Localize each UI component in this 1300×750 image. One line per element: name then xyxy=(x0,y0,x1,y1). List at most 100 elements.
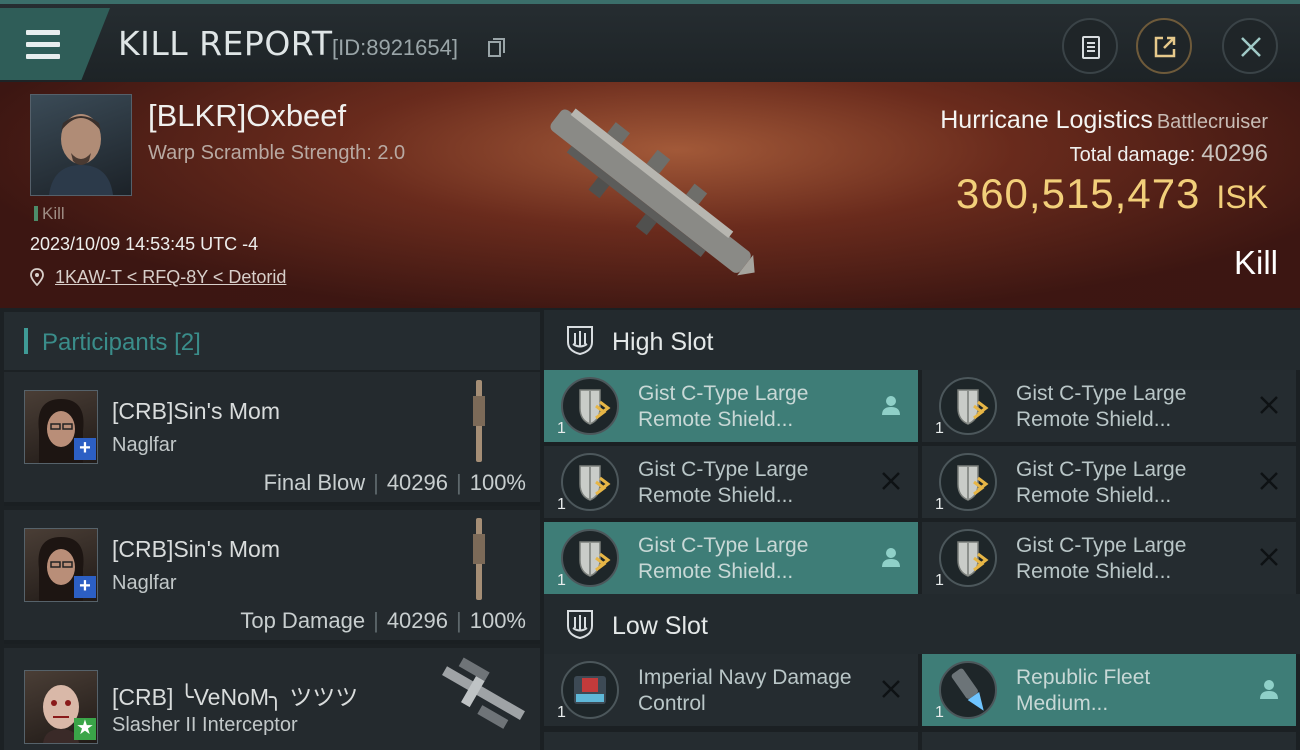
module-quantity: 1 xyxy=(935,496,944,513)
fitted-by-user-icon[interactable] xyxy=(1258,678,1280,700)
module-slot[interactable]: 1 Republic Fleet Medium... xyxy=(922,654,1296,726)
participant-percent: 100% xyxy=(469,608,526,633)
afterburner-icon xyxy=(939,661,997,719)
page-title: KILL REPORT xyxy=(118,24,333,63)
participants-header[interactable]: Participants [2] xyxy=(4,312,540,370)
destroyed-x-icon[interactable] xyxy=(880,678,902,700)
isk-unit: ISK xyxy=(1216,179,1268,215)
module-slot-partial[interactable] xyxy=(544,732,918,750)
close-icon xyxy=(1241,37,1261,57)
participant-role: Final Blow xyxy=(263,470,366,495)
participant-row[interactable]: ★ [CRB] ╰VeNoM╮ ツツツ Slasher II Intercept… xyxy=(4,648,540,750)
participant-name[interactable]: [CRB] ╰VeNoM╮ ツツツ xyxy=(112,678,358,712)
destroyed-x-icon[interactable] xyxy=(1258,394,1280,416)
module-slot[interactable]: 1 Gist C-Type Large Remote Shield... xyxy=(544,522,918,594)
participant-damage: 40296 xyxy=(386,470,448,495)
hamburger-icon xyxy=(26,30,60,66)
report-id: [ID:8921654] xyxy=(332,35,458,60)
high-slot-label: High Slot xyxy=(612,328,714,356)
module-name: Gist C-Type Large Remote Shield... xyxy=(1016,382,1187,431)
clipboard-icon xyxy=(1082,36,1100,59)
participant-ship-image xyxy=(473,380,485,462)
destroyed-x-icon[interactable] xyxy=(1258,470,1280,492)
share-icon xyxy=(1154,36,1176,58)
warp-scramble-strength: Warp Scramble Strength: 2.0 xyxy=(148,142,406,164)
header-accent-bar xyxy=(24,328,28,354)
total-damage-value: 40296 xyxy=(1201,140,1268,167)
portrait-icon xyxy=(49,114,113,195)
module-slot[interactable]: 1 Imperial Navy Damage Control xyxy=(544,654,918,726)
module-slot[interactable]: 1 Gist C-Type Large Remote Shield... xyxy=(922,522,1296,594)
module-slot[interactable]: 1 Gist C-Type Large Remote Shield... xyxy=(544,446,918,518)
participant-ship: Slasher II Interceptor xyxy=(112,714,298,736)
close-button[interactable] xyxy=(1222,18,1278,74)
kill-tag: Kill xyxy=(34,204,65,224)
module-quantity: 1 xyxy=(935,704,944,721)
destroyed-x-icon[interactable] xyxy=(880,470,902,492)
module-quantity: 1 xyxy=(557,420,566,437)
victim-ship[interactable]: Hurricane Logistics Battlecruiser xyxy=(940,106,1268,135)
high-slot-header: High Slot xyxy=(544,310,1300,370)
shield-module-icon xyxy=(561,377,619,435)
ship-name: Hurricane Logistics xyxy=(940,106,1153,134)
participant-row[interactable]: + [CRB]Sin's Mom Naglfar Top Damage | 4029… xyxy=(4,510,540,644)
fitted-by-user-icon[interactable] xyxy=(880,546,902,568)
copy-icon[interactable] xyxy=(488,38,506,58)
participant-stats: Final Blow | 40296 | 100% xyxy=(263,470,526,495)
low-slot-header: Low Slot xyxy=(544,594,1300,654)
shield-module-icon xyxy=(939,529,997,587)
shield-module-icon xyxy=(939,453,997,511)
participant-ship: Naglfar xyxy=(112,572,177,594)
participant-role: Top Damage xyxy=(240,608,366,633)
module-quantity: 1 xyxy=(935,572,944,589)
high-slot-icon xyxy=(567,326,593,356)
participant-name[interactable]: [CRB]Sin's Mom xyxy=(112,536,280,563)
kill-banner: [BLKR]Oxbeef Warp Scramble Strength: 2.0… xyxy=(0,82,1300,308)
damage-control-icon xyxy=(561,661,619,719)
participants-panel: Participants [2] + [CRB]Sin's Mom Naglfa… xyxy=(0,308,540,750)
top-bar: KILL REPORT [ID:8921654] xyxy=(0,0,1300,82)
total-damage-label: Total damage: xyxy=(1069,144,1196,166)
participant-percent: 100% xyxy=(469,470,526,495)
participant-row[interactable]: + [CRB]Sin's Mom Naglfar Final Blow | 4029… xyxy=(4,372,540,506)
module-name: Gist C-Type Large Remote Shield... xyxy=(1016,534,1187,583)
participant-name[interactable]: [CRB]Sin's Mom xyxy=(112,398,280,425)
module-name: Gist C-Type Large Remote Shield... xyxy=(1016,458,1187,507)
low-slot-icon xyxy=(567,610,593,640)
shield-module-icon xyxy=(561,453,619,511)
module-quantity: 1 xyxy=(557,572,566,589)
kill-location[interactable]: 1KAW-T < RFQ-8Y < Detorid xyxy=(30,267,286,288)
fitting-panel: High Slot 1 Gist C-Type Large Remote Shie… xyxy=(540,308,1300,750)
module-slot[interactable]: 1 Gist C-Type Large Remote Shield... xyxy=(922,370,1296,442)
location-link[interactable]: 1KAW-T < RFQ-8Y < Detorid xyxy=(55,267,286,287)
victim-avatar[interactable] xyxy=(30,94,132,196)
corp-badge: ★ xyxy=(74,718,96,740)
module-quantity: 1 xyxy=(935,420,944,437)
fitted-by-user-icon[interactable] xyxy=(880,394,902,416)
module-name: Gist C-Type Large Remote Shield... xyxy=(638,382,809,431)
module-name: Imperial Navy Damage Control xyxy=(638,666,852,715)
isk-value: 360,515,473 ISK xyxy=(956,170,1268,218)
corp-badge: + xyxy=(74,576,96,598)
module-quantity: 1 xyxy=(557,496,566,513)
participants-title: Participants [2] xyxy=(42,329,201,356)
clipboard-button[interactable] xyxy=(1062,18,1118,74)
menu-button[interactable] xyxy=(0,8,110,80)
module-name: Republic Fleet Medium... xyxy=(1016,666,1151,715)
kill-datetime: 2023/10/09 14:53:45 UTC -4 xyxy=(30,234,259,254)
participant-stats: Top Damage | 40296 | 100% xyxy=(240,608,526,633)
module-name: Gist C-Type Large Remote Shield... xyxy=(638,534,809,583)
victim-name[interactable]: [BLKR]Oxbeef xyxy=(148,98,346,134)
module-slot[interactable]: 1 Gist C-Type Large Remote Shield... xyxy=(544,370,918,442)
participant-ship-image xyxy=(473,518,485,600)
share-button[interactable] xyxy=(1136,18,1192,74)
location-pin-icon xyxy=(30,268,44,287)
participant-ship: Naglfar xyxy=(112,434,177,456)
shield-module-icon xyxy=(939,377,997,435)
module-slot[interactable]: 1 Gist C-Type Large Remote Shield... xyxy=(922,446,1296,518)
shield-module-icon xyxy=(561,529,619,587)
module-quantity: 1 xyxy=(557,704,566,721)
module-slot-partial[interactable] xyxy=(922,732,1296,750)
isk-amount: 360,515,473 xyxy=(955,170,1201,217)
destroyed-x-icon[interactable] xyxy=(1258,546,1280,568)
